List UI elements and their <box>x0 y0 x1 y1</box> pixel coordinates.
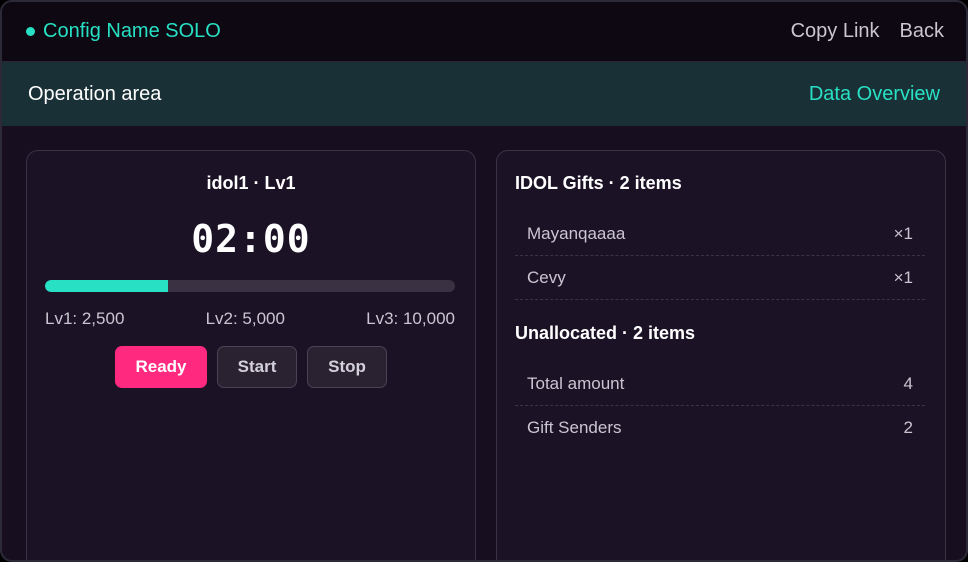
list-item: Total amount 4 <box>515 362 925 406</box>
config-title: Config Name SOLO <box>43 20 221 42</box>
start-button[interactable]: Start <box>217 346 297 388</box>
stat-value: 2 <box>903 418 913 437</box>
countdown-timer: 02:00 <box>191 217 311 261</box>
gift-count: ×1 <box>893 267 913 287</box>
level-2-threshold: Lv2: 5,000 <box>205 309 285 328</box>
back-button[interactable]: Back <box>900 20 944 43</box>
stat-label: Total amount <box>527 373 625 393</box>
level-thresholds: Lv1: 2,500 Lv2: 5,000 Lv3: 10,000 <box>45 309 455 329</box>
app-window: Config Name SOLO Copy Link Back Operatio… <box>0 0 968 562</box>
top-bar: Config Name SOLO Copy Link Back <box>2 2 966 62</box>
data-overview-link[interactable]: Data Overview <box>809 83 940 106</box>
list-item: Cevy ×1 <box>515 256 925 300</box>
ready-button[interactable]: Ready <box>115 346 207 388</box>
stat-value: 4 <box>903 373 913 393</box>
gift-sender-name: Cevy <box>527 267 566 287</box>
stop-button[interactable]: Stop <box>307 346 387 388</box>
idol-panel: idol1 · Lv1 02:00 Lv1: 2,500 Lv2: 5,000 … <box>26 150 476 560</box>
gifts-panel: IDOL Gifts · 2 items Mayanqaaaa ×1 Cevy … <box>496 150 946 560</box>
stat-label: Gift Senders <box>527 418 622 437</box>
level-3-threshold: Lv3: 10,000 <box>366 309 455 328</box>
progress-fill <box>45 280 168 292</box>
level-1-threshold: Lv1: 2,500 <box>45 309 125 328</box>
progress-bar <box>45 280 455 292</box>
gift-sender-name: Mayanqaaaa <box>527 223 626 243</box>
list-item: Mayanqaaaa ×1 <box>515 212 925 256</box>
unallocated-title: Unallocated · 2 items <box>515 323 696 343</box>
operation-bar: Operation area Data Overview <box>2 62 966 126</box>
list-item: Gift Senders 2 <box>515 406 925 450</box>
operation-area-label: Operation area <box>28 82 162 105</box>
gift-count: ×1 <box>893 223 913 243</box>
control-buttons: Ready Start Stop <box>27 346 475 388</box>
idol-gifts-title: IDOL Gifts · 2 items <box>515 173 682 193</box>
status-dot-icon <box>26 27 35 36</box>
copy-link-button[interactable]: Copy Link <box>791 20 880 43</box>
idol-name: idol1 · Lv1 <box>206 173 296 193</box>
